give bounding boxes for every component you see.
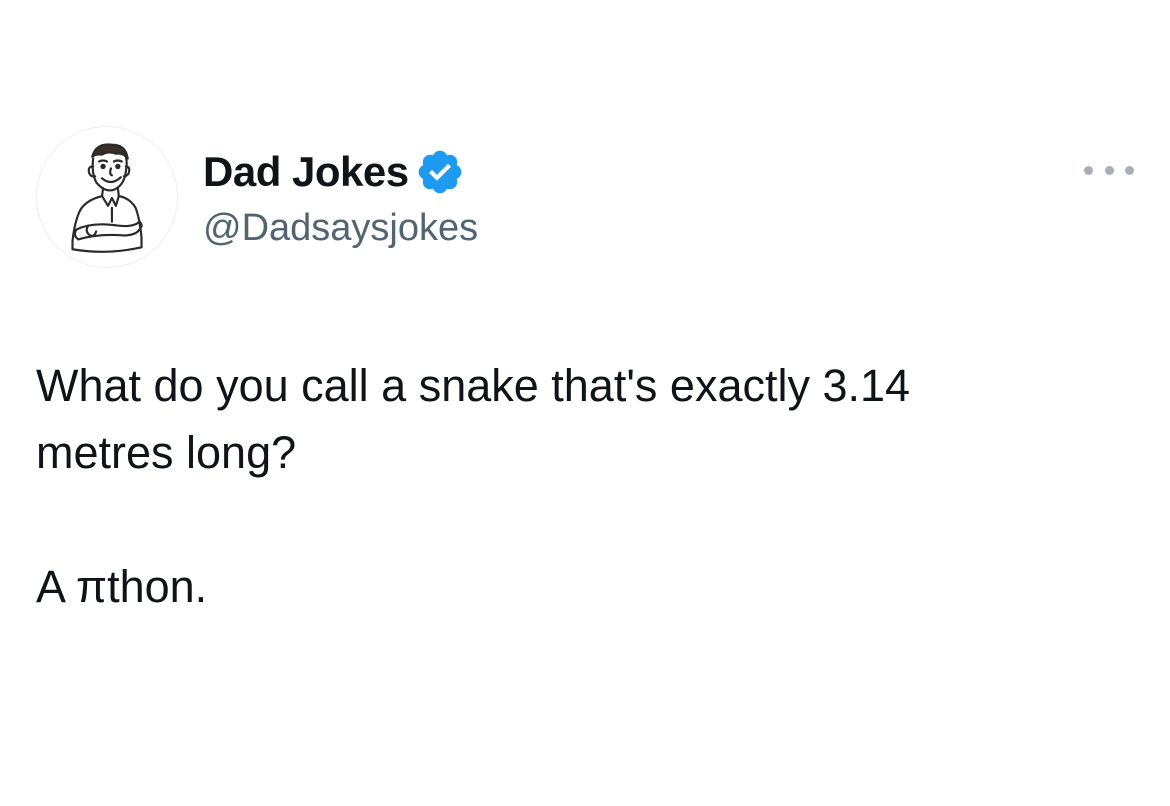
cartoon-man-icon bbox=[71, 143, 143, 253]
author-display-name[interactable]: Dad Jokes bbox=[203, 146, 409, 198]
tweet-card: Dad Jokes @Dadsaysjokes What do you call… bbox=[0, 0, 1170, 806]
tweet-text-line: metres long? bbox=[36, 427, 297, 478]
tweet-text: What do you call a snake that's exactly … bbox=[36, 352, 1136, 620]
verified-badge-icon[interactable] bbox=[415, 147, 465, 197]
more-dot bbox=[1125, 165, 1134, 175]
author-handle[interactable]: @Dadsaysjokes bbox=[203, 203, 478, 253]
avatar[interactable] bbox=[36, 126, 178, 268]
author-name-row: Dad Jokes bbox=[203, 146, 465, 198]
more-options-icon[interactable] bbox=[1084, 150, 1134, 190]
tweet-punchline: A πthon. bbox=[36, 561, 208, 612]
more-dot bbox=[1104, 165, 1114, 175]
tweet-text-line: What do you call a snake that's exactly … bbox=[36, 360, 911, 411]
more-dot bbox=[1084, 165, 1093, 175]
